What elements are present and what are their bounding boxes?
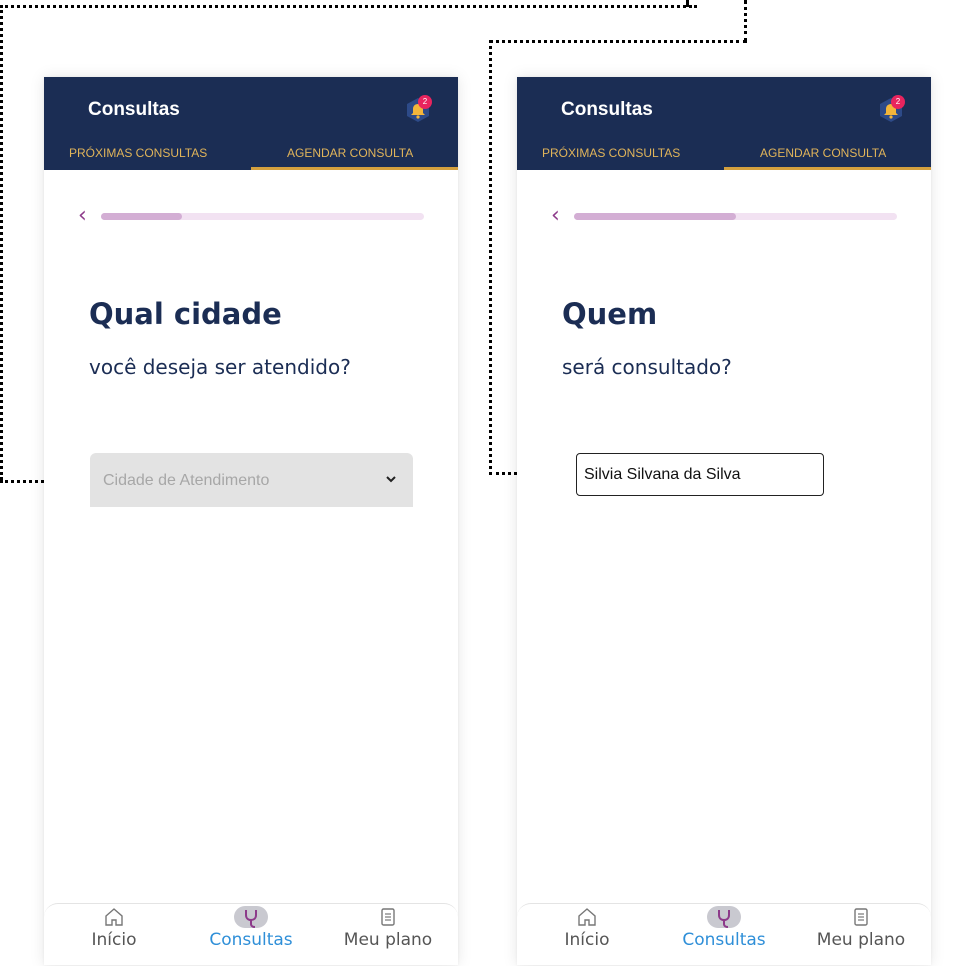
- document-icon: [381, 908, 395, 926]
- connector-line-navy-top: [0, 5, 697, 8]
- notification-badge: 2: [891, 95, 905, 109]
- question-title: Quem: [562, 297, 658, 331]
- tab-proximas-consultas[interactable]: PRÓXIMAS CONSULTAS: [542, 146, 680, 160]
- nav-item-consultas[interactable]: Consultas: [664, 906, 784, 950]
- patient-name-value: Silvia Silvana da Silva: [584, 466, 741, 483]
- city-select-placeholder: Cidade de Atendimento: [103, 472, 270, 489]
- nav-label-consultas: Consultas: [682, 930, 766, 950]
- nav-label-meu-plano: Meu plano: [343, 930, 433, 950]
- back-chevron-icon[interactable]: ‹: [78, 205, 87, 227]
- nav-item-meu-plano[interactable]: Meu plano: [801, 906, 921, 950]
- app-bar-title: Consultas: [88, 99, 180, 120]
- app-bar-title: Consultas: [561, 99, 653, 120]
- progress-bar: [574, 213, 897, 220]
- progress-bar-fill: [574, 213, 736, 220]
- question-title: Qual cidade: [89, 297, 282, 331]
- nav-item-meu-plano[interactable]: Meu plano: [328, 906, 448, 950]
- question-subtitle: você deseja ser atendido?: [89, 355, 351, 379]
- phone-screen-patient: Consultas 2 PRÓXIMAS CONSULTAS AGENDAR C…: [517, 77, 931, 965]
- city-select[interactable]: Cidade de Atendimento: [90, 453, 413, 507]
- connector-line-gold-right: [744, 0, 747, 42]
- tab-agendar-consulta[interactable]: AGENDAR CONSULTA: [760, 146, 886, 160]
- nav-label-inicio: Início: [91, 930, 137, 950]
- progress-bar: [101, 213, 424, 220]
- notification-badge: 2: [418, 95, 432, 109]
- progress-bar-fill: [101, 213, 182, 220]
- back-chevron-icon[interactable]: ‹: [551, 205, 560, 227]
- nav-item-consultas[interactable]: Consultas: [191, 906, 311, 950]
- nav-item-inicio[interactable]: Início: [54, 906, 174, 950]
- nav-label-inicio: Início: [564, 930, 610, 950]
- home-icon: [578, 908, 596, 926]
- home-icon: [105, 908, 123, 926]
- app-bar: Consultas 2 PRÓXIMAS CONSULTAS AGENDAR C…: [517, 77, 931, 170]
- stethoscope-icon: [718, 910, 730, 928]
- question-subtitle: será consultado?: [562, 355, 732, 379]
- stethoscope-icon: [245, 910, 257, 928]
- tab-proximas-consultas[interactable]: PRÓXIMAS CONSULTAS: [69, 146, 207, 160]
- connector-line-gold-top: [489, 40, 747, 43]
- phone-screen-city: Consultas 2 PRÓXIMAS CONSULTAS AGENDAR C…: [44, 77, 458, 965]
- tab-active-indicator: [724, 167, 931, 170]
- bottom-nav: Início Consultas Meu plano: [517, 903, 931, 965]
- nav-label-meu-plano: Meu plano: [816, 930, 906, 950]
- connector-line-navy-left: [0, 5, 3, 480]
- chevron-down-icon: [386, 476, 396, 483]
- nav-label-consultas: Consultas: [209, 930, 293, 950]
- app-bar: Consultas 2 PRÓXIMAS CONSULTAS AGENDAR C…: [44, 77, 458, 170]
- nav-item-inicio[interactable]: Início: [527, 906, 647, 950]
- connector-line-gold-top-right: [686, 0, 689, 6]
- bottom-nav: Início Consultas Meu plano: [44, 903, 458, 965]
- tab-agendar-consulta[interactable]: AGENDAR CONSULTA: [287, 146, 413, 160]
- patient-name-field[interactable]: Silvia Silvana da Silva: [576, 453, 824, 496]
- tab-active-indicator: [251, 167, 458, 170]
- document-icon: [854, 908, 868, 926]
- connector-line-gold-left: [489, 40, 492, 475]
